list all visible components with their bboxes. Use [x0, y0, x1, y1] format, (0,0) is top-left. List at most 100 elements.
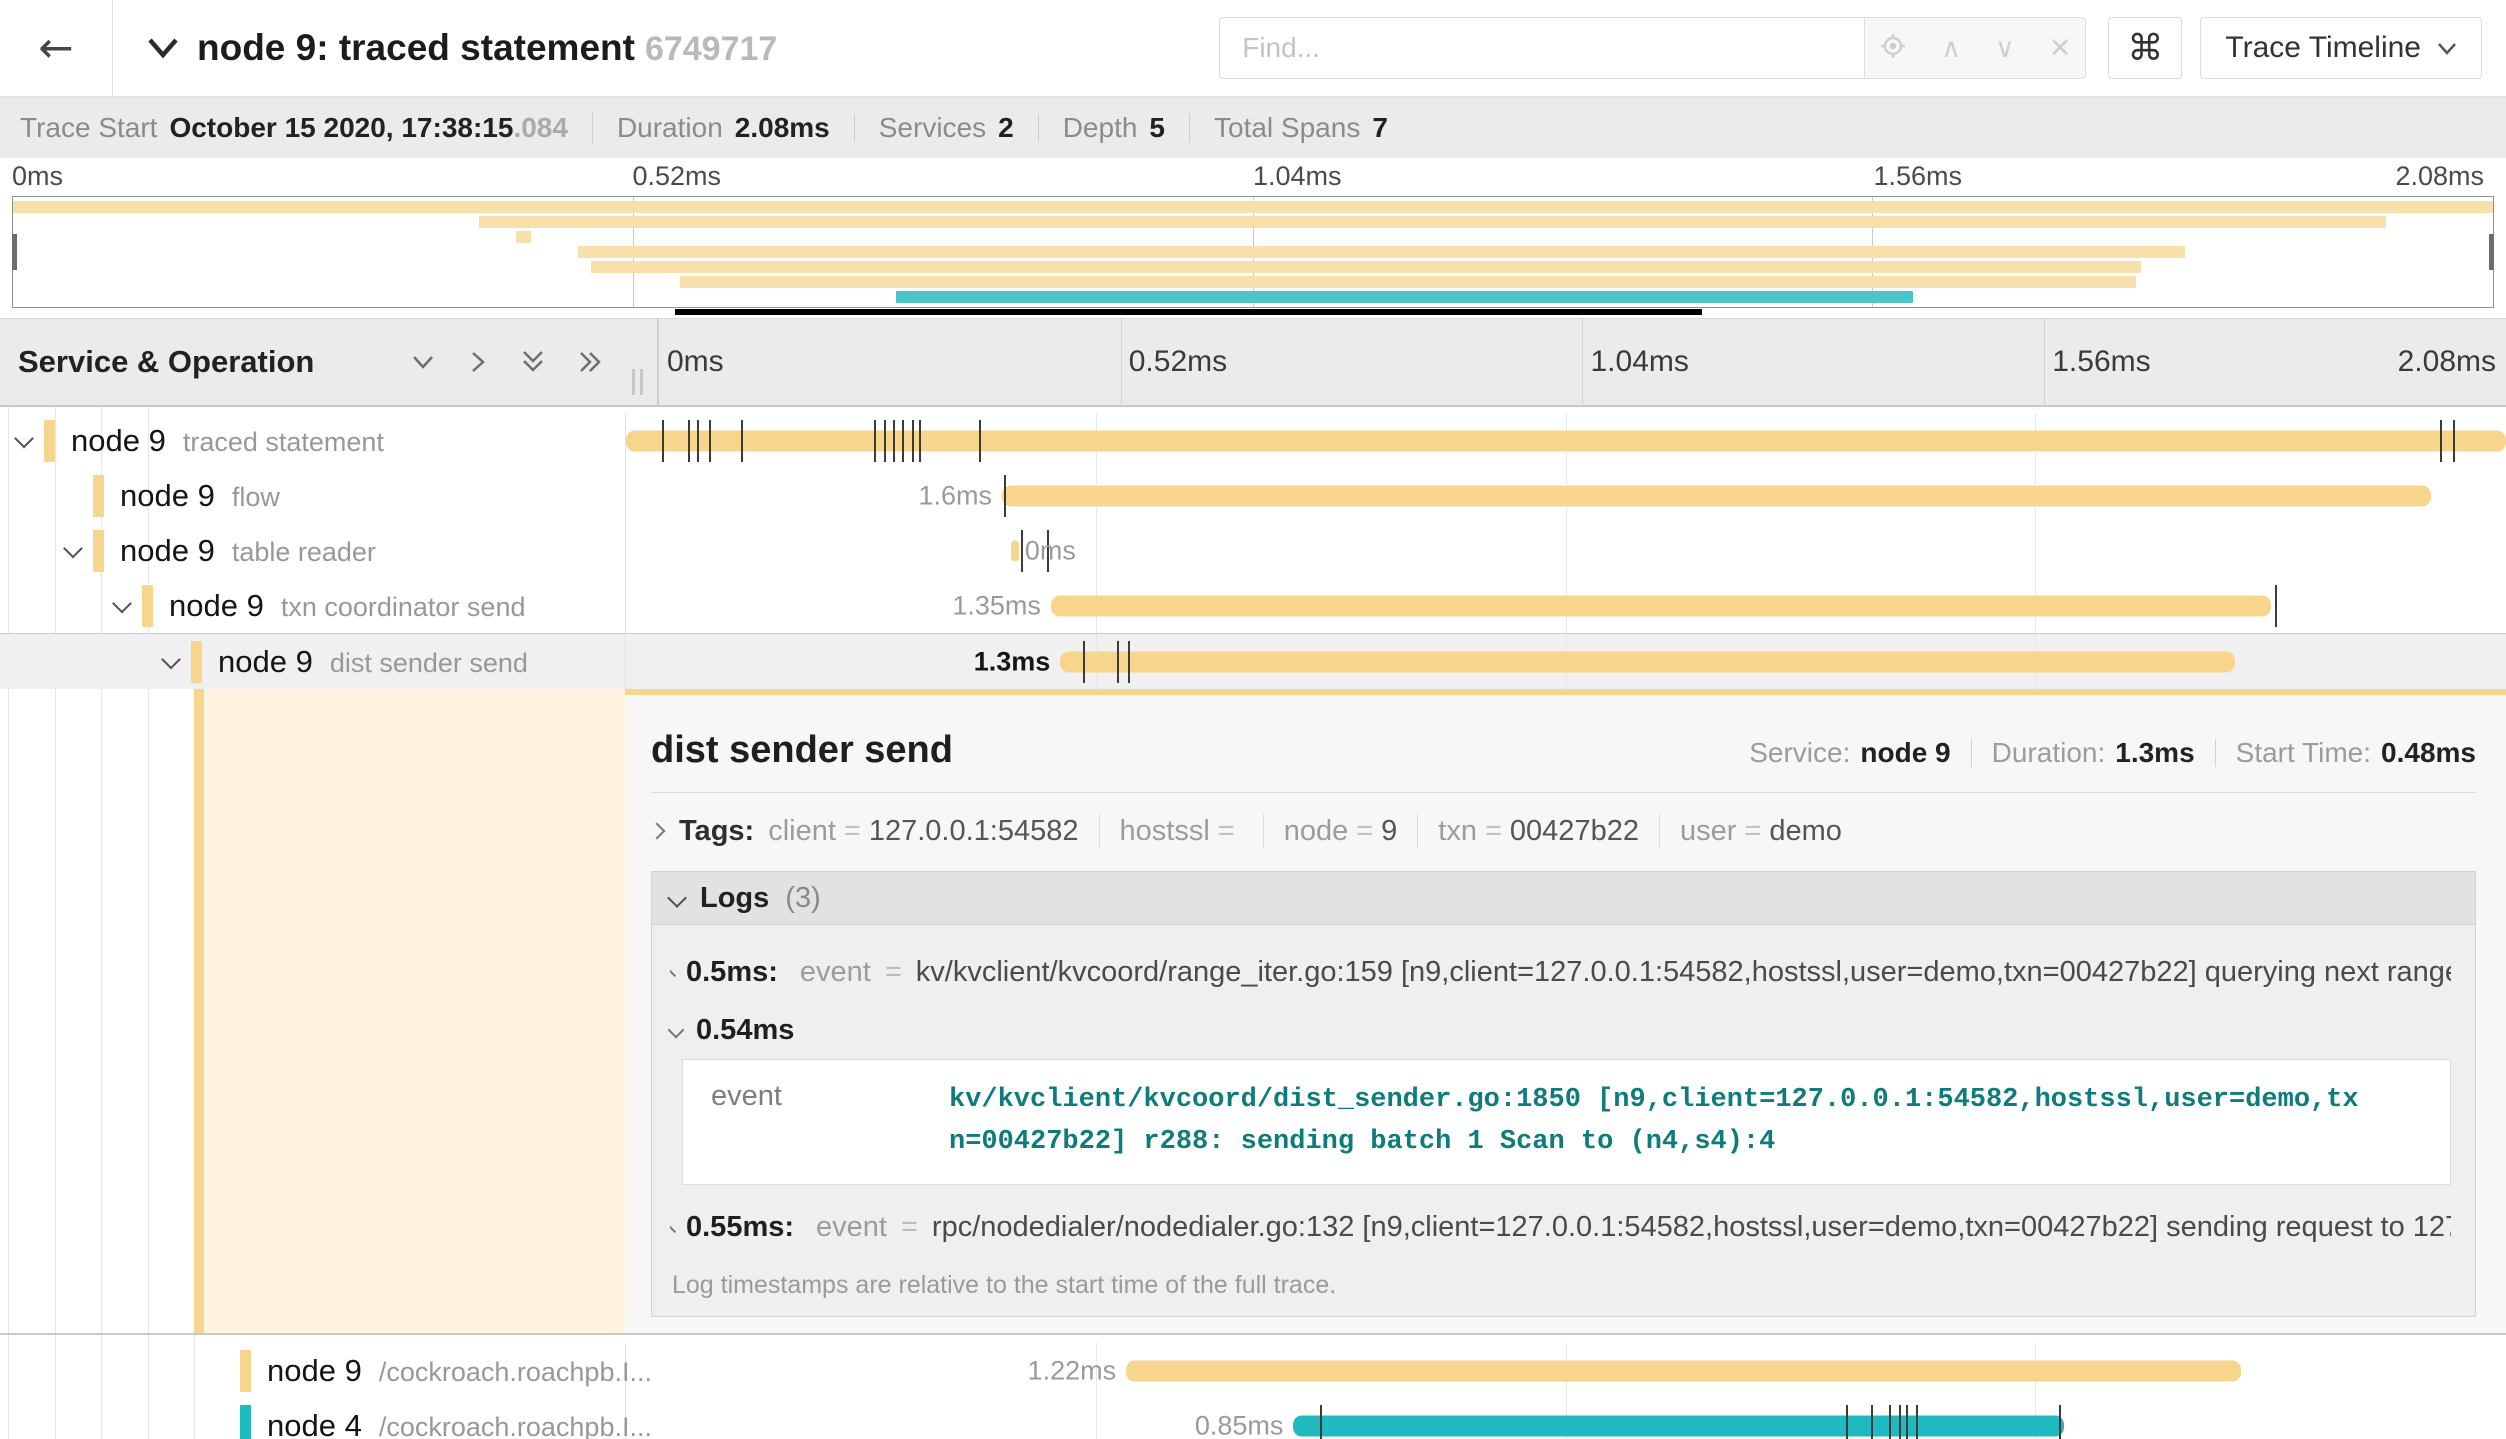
span-timeline-cell[interactable]: 0.85ms	[626, 1398, 2506, 1439]
time-tick-label: 0ms	[659, 345, 724, 379]
locate-icon[interactable]	[1879, 32, 1907, 65]
clear-search-icon[interactable]: ✕	[2049, 35, 2072, 62]
log-entry[interactable]: 0.55ms:event=rpc/nodedialer/nodedialer.g…	[670, 1197, 2451, 1259]
minimap-span-bar	[516, 231, 531, 243]
span-duration-label: 1.3ms	[974, 646, 1051, 677]
trace-view-dropdown[interactable]: Trace Timeline	[2200, 17, 2482, 79]
log-timestamp: 0.55ms:	[686, 1211, 794, 1244]
chevron-right-icon	[670, 1223, 676, 1233]
detail-meta-label: Service:	[1749, 737, 1850, 769]
keyboard-shortcuts-button[interactable]: ⌘	[2108, 17, 2182, 79]
span-duration-bar[interactable]	[1051, 595, 2271, 616]
log-marker-tick	[1320, 1405, 1322, 1439]
span-expander[interactable]	[164, 652, 178, 671]
minimap-span-bar	[13, 201, 2493, 213]
span-operation-name: /cockroach.roachpb.I...	[379, 1412, 652, 1439]
tags-label: Tags:	[679, 815, 754, 848]
span-row[interactable]: node 9txn coordinator send1.35ms	[0, 578, 2506, 633]
span-detail-header: dist sender send Service:node 9Duration:…	[651, 729, 2476, 772]
span-row[interactable]: node 9traced statement	[0, 413, 2506, 468]
summary-value: 5	[1149, 112, 1165, 144]
span-color-chip	[191, 641, 202, 683]
span-expander[interactable]	[66, 541, 80, 560]
collapse-trace-chevron-icon[interactable]	[145, 36, 181, 60]
span-labels: node 4/cockroach.roachpb.I...	[267, 1408, 652, 1439]
span-labels: node 9traced statement	[71, 423, 384, 459]
detail-meta-value: node 9	[1860, 737, 1950, 769]
next-result-icon[interactable]: ∨	[1995, 35, 2015, 62]
collapse-all-icon[interactable]	[518, 347, 548, 377]
column-resize-grip[interactable]	[632, 369, 643, 395]
chevron-down-icon	[667, 888, 687, 908]
span-duration-bar[interactable]	[626, 430, 2506, 451]
span-labels: node 9table reader	[120, 533, 376, 569]
span-row[interactable]: node 9table reader 0ms	[0, 523, 2506, 578]
span-service-name: node 9	[169, 588, 264, 624]
tag-value: 127.0.0.1:54582	[869, 815, 1079, 848]
span-operation-name: table reader	[232, 537, 376, 568]
summary-separator	[1189, 113, 1190, 143]
span-row[interactable]: node 9flow1.6ms	[0, 468, 2506, 523]
tag-separator	[1659, 814, 1660, 848]
chevron-down-icon	[14, 428, 34, 448]
span-timeline-cell[interactable]: 0ms	[626, 523, 2506, 578]
time-tick-label: 0.52ms	[1121, 345, 1227, 379]
log-marker-tick	[2275, 585, 2277, 627]
expand-all-icon[interactable]	[576, 347, 606, 377]
tag-key: txn	[1438, 815, 1477, 848]
span-expander[interactable]	[115, 596, 129, 615]
span-duration-bar[interactable]	[1060, 651, 2235, 672]
span-expander[interactable]	[17, 431, 31, 450]
tree-guide-line	[148, 689, 149, 1333]
prev-result-icon[interactable]: ∧	[1941, 35, 1961, 62]
log-marker-tick	[1004, 475, 1006, 517]
log-field-value: kv/kvclient/kvcoord/range_iter.go:159 [n…	[916, 956, 2451, 989]
minimap-scrubber[interactable]	[675, 309, 1703, 315]
tag-equals: =	[1356, 815, 1373, 848]
span-color-chip	[93, 475, 104, 517]
back-arrow-icon[interactable]: ←	[32, 26, 79, 70]
log-entry-expanded-header[interactable]: 0.54ms	[670, 1003, 2451, 1057]
tag-key: node	[1284, 815, 1349, 848]
span-tree-cell: node 4/cockroach.roachpb.I...	[0, 1398, 626, 1439]
tags-row[interactable]: Tags:client=127.0.0.1:54582hostssl=node=…	[651, 807, 2476, 855]
expand-one-icon[interactable]	[466, 348, 490, 376]
span-duration-bar[interactable]	[1011, 540, 1019, 561]
span-color-chip	[93, 530, 104, 572]
span-timeline-cell[interactable]: 1.35ms	[626, 578, 2506, 633]
summary-label: Duration	[617, 112, 723, 144]
minimap-graph[interactable]	[12, 196, 2494, 308]
log-marker-tick	[741, 420, 743, 462]
log-marker-tick	[1846, 1405, 1848, 1439]
chevron-right-icon	[670, 967, 676, 977]
span-row[interactable]: node 9dist sender send1.3ms	[0, 633, 2506, 689]
log-marker-tick	[902, 420, 904, 462]
span-row[interactable]: node 9/cockroach.roachpb.I...1.22ms	[0, 1343, 2506, 1398]
span-timeline-cell[interactable]	[626, 413, 2506, 468]
span-color-chip	[142, 585, 153, 627]
span-tree-cell: node 9txn coordinator send	[0, 578, 626, 633]
span-duration-label: 0ms	[1025, 535, 1076, 566]
log-marker-tick	[2059, 1405, 2061, 1439]
span-timeline-cell[interactable]: 1.3ms	[626, 634, 2506, 689]
span-detail-meta: Service:node 9Duration:1.3msStart Time:0…	[1749, 737, 2476, 769]
logs-header[interactable]: Logs (3)	[652, 872, 2475, 925]
log-marker-tick	[1083, 641, 1085, 683]
span-row[interactable]: node 4/cockroach.roachpb.I... 0.85ms	[0, 1398, 2506, 1439]
collapse-one-icon[interactable]	[408, 349, 438, 375]
find-input[interactable]	[1219, 17, 1864, 79]
span-duration-bar[interactable]	[1293, 1415, 2064, 1436]
log-marker-tick	[1021, 530, 1023, 572]
time-tick-label: 0ms	[12, 161, 63, 192]
minimap-left-handle[interactable]	[12, 234, 17, 270]
span-timeline-cell[interactable]: 1.22ms	[626, 1343, 2506, 1398]
span-duration-bar[interactable]	[1126, 1360, 2241, 1381]
span-duration-bar[interactable]	[1002, 485, 2431, 506]
log-marker-tick	[1117, 641, 1119, 683]
span-duration-label: 0.85ms	[1195, 1410, 1284, 1439]
log-entry[interactable]: 0.5ms:event=kv/kvclient/kvcoord/range_it…	[670, 941, 2451, 1003]
minimap-right-handle[interactable]	[2489, 234, 2494, 270]
span-timeline-cell[interactable]: 1.6ms	[626, 468, 2506, 523]
tag-separator	[1099, 814, 1100, 848]
span-tree-cell: node 9/cockroach.roachpb.I...	[0, 1343, 626, 1398]
